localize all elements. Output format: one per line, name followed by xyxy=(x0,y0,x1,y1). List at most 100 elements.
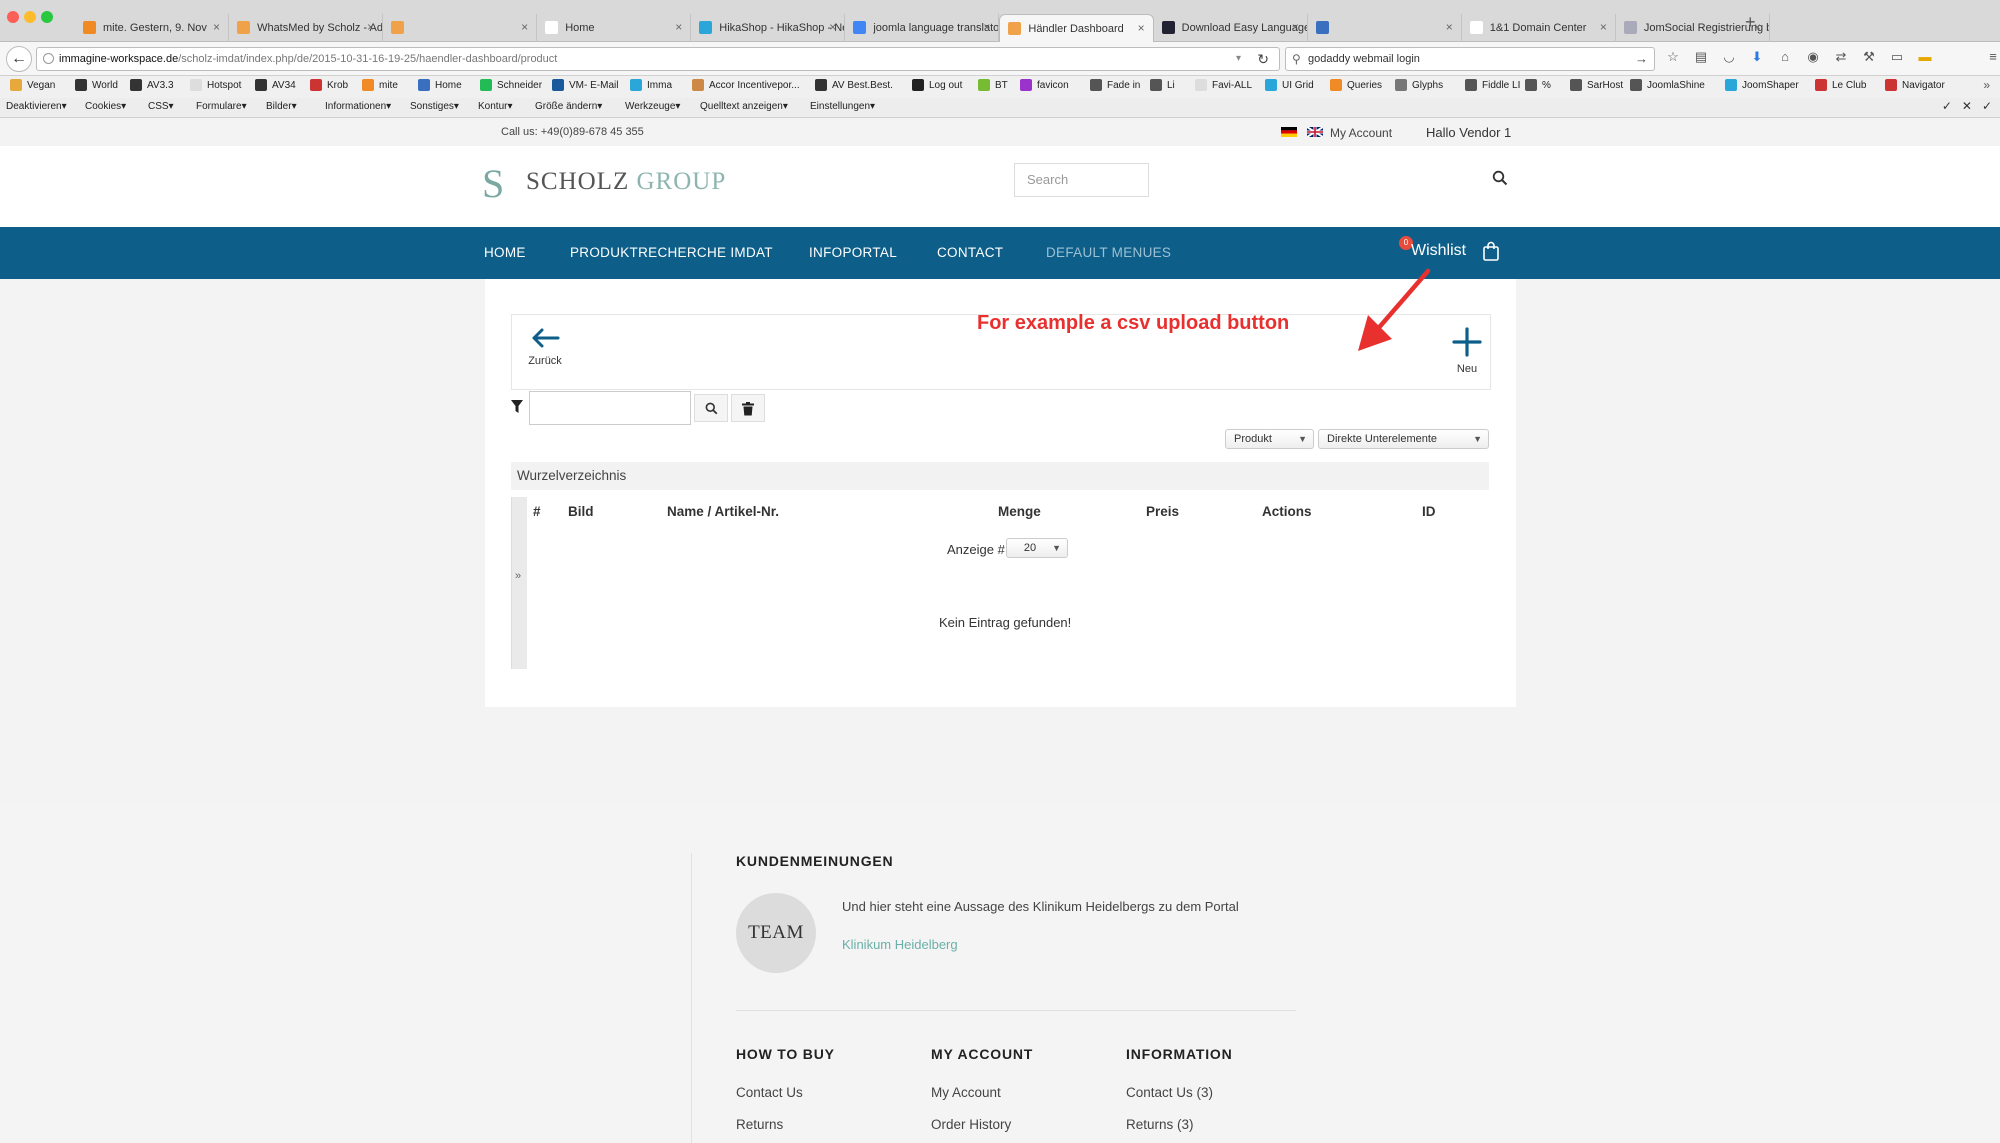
webdev-menu-item[interactable]: Einstellungen▾ xyxy=(810,101,875,112)
bookmark-item[interactable]: AV3.3 xyxy=(130,79,174,91)
webdev-menu-item[interactable]: Kontur▾ xyxy=(478,101,512,112)
wishlist-link[interactable]: Wishlist xyxy=(1411,242,1466,260)
chat-icon[interactable]: ◉ xyxy=(1805,48,1821,66)
german-flag-icon[interactable] xyxy=(1281,127,1297,137)
close-tab-icon[interactable]: × xyxy=(1600,20,1607,34)
site-logo[interactable]: SCHOLZ GROUP xyxy=(526,168,726,196)
my-account-link[interactable]: My Account xyxy=(1330,126,1392,140)
bookmark-item[interactable]: Favi-ALL xyxy=(1195,79,1252,91)
children-select[interactable]: Direkte Unterelemente ▼ xyxy=(1318,429,1489,449)
footer-link-returns-info[interactable]: Returns (3) xyxy=(1126,1117,1194,1132)
bookmark-item[interactable]: Accor Incentivepor... xyxy=(692,79,800,91)
close-tab-icon[interactable]: × xyxy=(829,20,836,34)
bookmark-item[interactable]: Fiddle LI xyxy=(1465,79,1520,91)
column-header-price[interactable]: Preis xyxy=(1146,504,1179,519)
site-search-input[interactable]: Search xyxy=(1014,163,1149,197)
webdev-menu-item[interactable]: CSS▾ xyxy=(148,101,174,112)
clear-filter-button[interactable] xyxy=(731,394,765,422)
bookmark-item[interactable]: World xyxy=(75,79,118,91)
webdev-menu-item[interactable]: Werkzeuge▾ xyxy=(625,101,680,112)
close-tab-icon[interactable]: × xyxy=(1446,20,1453,34)
bookmark-item[interactable]: Vegan xyxy=(10,79,55,91)
addon-icon[interactable]: ▬ xyxy=(1917,48,1933,66)
bookmark-star-icon[interactable]: ☆ xyxy=(1665,48,1681,66)
close-tab-icon[interactable]: × xyxy=(983,20,990,34)
logo-mark[interactable]: S xyxy=(482,160,504,207)
bookmark-item[interactable]: Queries xyxy=(1330,79,1382,91)
footer-link-contact-us[interactable]: Contact Us xyxy=(736,1085,803,1100)
browser-tab[interactable]: Händler Dashboard × xyxy=(999,14,1154,42)
nav-infoportal[interactable]: INFOPORTAL xyxy=(809,245,897,260)
sync-icon[interactable]: ⇄ xyxy=(1833,48,1849,66)
display-count-select[interactable]: 20 ▼ xyxy=(1006,538,1068,558)
check-icon[interactable]: ✓ xyxy=(1982,99,1992,113)
browser-back-button[interactable]: ← xyxy=(6,46,32,72)
bookmark-item[interactable]: Home xyxy=(418,79,462,91)
url-dropdown-icon[interactable]: ▾ xyxy=(1236,48,1241,70)
uk-flag-icon[interactable] xyxy=(1307,127,1323,137)
bookmark-item[interactable]: % xyxy=(1525,79,1551,91)
root-directory-bar[interactable]: Wurzelverzeichnis xyxy=(511,462,1489,490)
nav-home[interactable]: HOME xyxy=(484,245,526,260)
bookmark-item[interactable]: Schneider xyxy=(480,79,542,91)
bookmark-item[interactable]: Glyphs xyxy=(1395,79,1443,91)
bookmark-item[interactable]: mite xyxy=(362,79,398,91)
pocket-icon[interactable]: ◡ xyxy=(1721,48,1737,66)
browser-tab[interactable]: × xyxy=(383,14,538,42)
webdev-menu-item[interactable]: Sonstiges▾ xyxy=(410,101,459,112)
bookmark-item[interactable]: Imma xyxy=(630,79,672,91)
column-header-name[interactable]: Name / Artikel-Nr. xyxy=(667,504,779,519)
footer-link-order-history[interactable]: Order History xyxy=(931,1117,1011,1132)
browser-tab[interactable]: mite. Gestern, 9. Nov × xyxy=(75,14,230,42)
bookmark-item[interactable]: SarHost xyxy=(1570,79,1623,91)
search-button[interactable] xyxy=(694,394,728,422)
bookmark-item[interactable]: Fade in xyxy=(1090,79,1140,91)
reading-list-icon[interactable]: ▤ xyxy=(1693,48,1709,66)
bookmark-item[interactable]: Li xyxy=(1150,79,1175,91)
webdev-menu-item[interactable]: Informationen▾ xyxy=(325,101,391,112)
bookmark-item[interactable]: AV Best.Best. xyxy=(815,79,893,91)
bookmark-item[interactable]: BT xyxy=(978,79,1008,91)
close-tab-icon[interactable]: × xyxy=(521,20,528,34)
bookmark-item[interactable]: AV34 xyxy=(255,79,296,91)
bookmark-item[interactable]: VM- E-Mail xyxy=(552,79,618,91)
column-header-quantity[interactable]: Menge xyxy=(998,504,1041,519)
close-tab-icon[interactable]: × xyxy=(367,20,374,34)
footer-link-returns[interactable]: Returns xyxy=(736,1117,783,1132)
nav-contact[interactable]: CONTACT xyxy=(937,245,1003,260)
webdev-menu-item[interactable]: Bilder▾ xyxy=(266,101,297,112)
webdev-menu-item[interactable]: Größe ändern▾ xyxy=(535,101,602,112)
product-type-select[interactable]: Produkt ▼ xyxy=(1225,429,1314,449)
webdev-menu-item[interactable]: Cookies▾ xyxy=(85,101,126,112)
check-icon[interactable]: ✓ xyxy=(1942,99,1952,113)
search-go-icon[interactable]: → xyxy=(1635,48,1648,70)
close-tab-icon[interactable]: × xyxy=(1138,21,1145,35)
browser-tab[interactable]: Download Easy Language - ...× xyxy=(1154,14,1308,42)
close-window-button[interactable] xyxy=(7,11,19,23)
bookmark-item[interactable]: JoomlaShine xyxy=(1630,79,1705,91)
webdev-menu-item[interactable]: Deaktivieren▾ xyxy=(6,101,67,112)
footer-link-my-account[interactable]: My Account xyxy=(931,1085,1001,1100)
nav-produktrecherche[interactable]: PRODUKTRECHERCHE IMDAT xyxy=(570,245,773,260)
bookmark-item[interactable]: JoomShaper xyxy=(1725,79,1799,91)
download-icon[interactable]: ⬇ xyxy=(1749,48,1765,66)
tools-icon[interactable]: ⚒ xyxy=(1861,48,1877,66)
filter-input[interactable] xyxy=(529,391,691,425)
close-icon[interactable]: ✕ xyxy=(1962,99,1972,113)
new-button[interactable]: Neu xyxy=(1445,323,1489,383)
bookmark-item[interactable]: Le Club xyxy=(1815,79,1866,91)
category-panel-toggle[interactable]: » xyxy=(511,497,527,669)
browser-tab[interactable]: WhatsMed by Scholz - Adm...× xyxy=(229,14,384,42)
search-icon[interactable] xyxy=(1492,170,1508,186)
bookmark-item[interactable]: Krob xyxy=(310,79,348,91)
shopping-bag-icon[interactable] xyxy=(1482,241,1500,261)
browser-tab[interactable]: Home × xyxy=(537,14,692,42)
webdev-menu-item[interactable]: Quelltext anzeigen▾ xyxy=(700,101,788,112)
menu-icon[interactable]: ≡ xyxy=(1985,48,2000,66)
bookmark-item[interactable]: Navigator xyxy=(1885,79,1945,91)
bookmark-item[interactable]: Hotspot xyxy=(190,79,241,91)
address-bar[interactable]: immagine-workspace.de/scholz-imdat/index… xyxy=(36,47,1280,71)
close-tab-icon[interactable]: × xyxy=(675,20,682,34)
back-button[interactable]: Zurück xyxy=(520,323,570,383)
reload-icon[interactable]: ↻ xyxy=(1257,48,1269,70)
